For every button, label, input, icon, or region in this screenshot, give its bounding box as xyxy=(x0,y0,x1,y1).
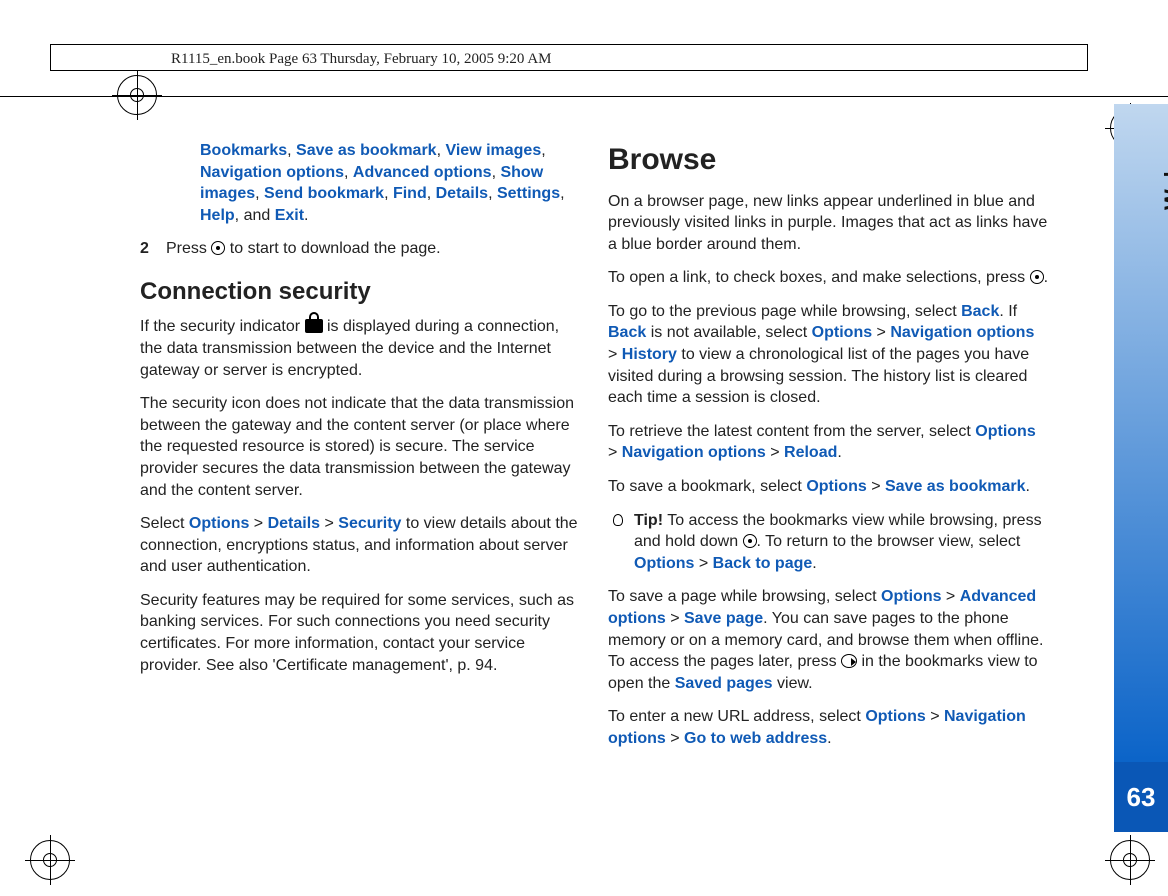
section-tab-label: Web xyxy=(1160,170,1168,210)
browse-p1: On a browser page, new links appear unde… xyxy=(608,191,1048,256)
section-tab: Web 63 xyxy=(1114,0,1168,896)
tip-block: Tip! To access the bookmarks view while … xyxy=(608,510,1048,575)
connection-security-heading: Connection security xyxy=(140,276,580,308)
framemaker-header: R1115_en.book Page 63 Thursday, February… xyxy=(50,44,1088,71)
lock-icon xyxy=(305,319,323,333)
browse-p4: To retrieve the latest content from the … xyxy=(608,421,1048,464)
conn-para-4: Security features may be required for so… xyxy=(140,590,580,676)
tip-lightbulb-icon xyxy=(608,510,626,528)
crop-line xyxy=(0,96,1168,97)
page-number: 63 xyxy=(1114,762,1168,832)
navikey-icon xyxy=(211,241,225,255)
tip-label: Tip! xyxy=(634,512,663,529)
registration-mark-icon xyxy=(1110,840,1150,880)
browse-p6: To save a page while browsing, select Op… xyxy=(608,586,1048,694)
page-content: Bookmarks, Save as bookmark, View images… xyxy=(140,140,1048,846)
step-text: Press to start to download the page. xyxy=(166,238,441,260)
step-number: 2 xyxy=(140,238,156,260)
browse-p5: To save a bookmark, select Options > Sav… xyxy=(608,476,1048,498)
options-list-continuation: Bookmarks, Save as bookmark, View images… xyxy=(140,140,580,226)
browse-p7: To enter a new URL address, select Optio… xyxy=(608,706,1048,749)
registration-mark-icon xyxy=(30,840,70,880)
navikey-icon xyxy=(1030,270,1044,284)
navikey-icon xyxy=(743,534,757,548)
browse-heading: Browse xyxy=(608,140,1048,181)
navikey-right-icon xyxy=(841,654,857,668)
conn-para-3: Select Options > Details > Security to v… xyxy=(140,513,580,578)
registration-mark-icon xyxy=(117,75,157,115)
step-2: 2 Press to start to download the page. xyxy=(140,238,580,260)
browse-p3: To go to the previous page while browsin… xyxy=(608,301,1048,409)
conn-para-2: The security icon does not indicate that… xyxy=(140,393,580,501)
browse-p2: To open a link, to check boxes, and make… xyxy=(608,267,1048,289)
left-column: Bookmarks, Save as bookmark, View images… xyxy=(140,140,580,846)
conn-para-1: If the security indicator is displayed d… xyxy=(140,316,580,381)
right-column: Browse On a browser page, new links appe… xyxy=(608,140,1048,846)
header-text: R1115_en.book Page 63 Thursday, February… xyxy=(171,51,552,67)
